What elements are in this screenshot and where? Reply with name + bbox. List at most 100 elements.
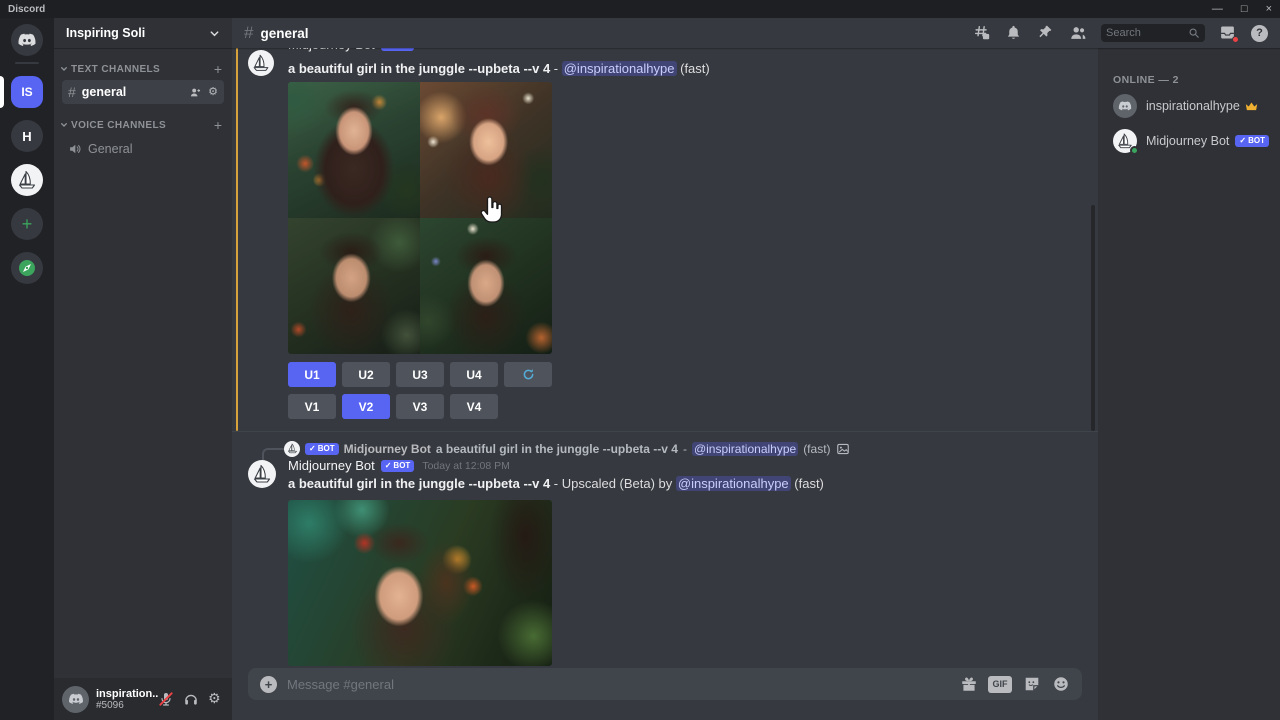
minimize-button[interactable]: —: [1212, 0, 1223, 18]
server-rail: IS H +: [0, 18, 54, 720]
author-name[interactable]: Midjourney Bot: [288, 458, 375, 473]
sidebar-item-general-voice[interactable]: General: [62, 138, 224, 160]
author-name[interactable]: Midjourney Bot: [288, 48, 375, 52]
sailboat-icon: [250, 52, 272, 74]
headphones-icon[interactable]: [183, 691, 199, 707]
upscale-1-button[interactable]: U1: [288, 362, 336, 387]
discord-logo-icon: [67, 690, 85, 708]
verified-check-icon: ✓: [1239, 136, 1246, 146]
chat-scrollbar[interactable]: [1091, 205, 1095, 431]
mention-inspirationalhype[interactable]: @inspirationalhype: [562, 61, 677, 76]
member-name: inspirationalhype: [1146, 99, 1240, 113]
image-attachment-icon: [836, 442, 850, 456]
gif-picker-button[interactable]: GIF: [988, 676, 1012, 693]
category-label: TEXT CHANNELS: [71, 64, 214, 75]
server-icon-h[interactable]: H: [11, 120, 43, 152]
member-row-midjourney-bot[interactable]: Midjourney Bot ✓BOT: [1106, 125, 1272, 157]
midjourney-grid-image[interactable]: [288, 82, 552, 354]
category-text-channels[interactable]: TEXT CHANNELS +: [54, 62, 232, 76]
variation-3-button[interactable]: V3: [396, 394, 444, 419]
notifications-bell-icon[interactable]: [1005, 24, 1023, 42]
discord-logo-icon: [1117, 98, 1133, 114]
maximize-button[interactable]: □: [1241, 0, 1248, 18]
sailboat-icon: [286, 442, 299, 455]
explore-button[interactable]: [11, 252, 43, 284]
message-input-bar: + GIF: [248, 668, 1082, 700]
message-input[interactable]: [287, 677, 959, 692]
mention-inspirationalhype[interactable]: @inspirationalhype: [676, 476, 791, 491]
member-row-inspirationalhype[interactable]: inspirationalhype: [1106, 90, 1272, 122]
user-avatar[interactable]: [62, 686, 89, 713]
upscaled-image[interactable]: [288, 500, 552, 666]
username: inspiration...: [96, 688, 158, 700]
create-channel-button[interactable]: +: [214, 118, 222, 132]
mention-inspirationalhype[interactable]: @inspirationalhype: [692, 442, 798, 456]
member-list-toggle-icon[interactable]: [1069, 24, 1087, 42]
prompt-text: a beautiful girl in the junggle --upbeta…: [288, 61, 550, 76]
message-header-clipped: Midjourney Bot ✓BOT: [288, 48, 414, 52]
message-upscaled-group: ✓BOT Midjourney Bot a beautiful girl in …: [232, 431, 1098, 668]
channel-title: general: [260, 26, 308, 41]
variation-4-button[interactable]: V4: [450, 394, 498, 419]
upscale-3-button[interactable]: U3: [396, 362, 444, 387]
user-info[interactable]: inspiration... #5096: [96, 688, 158, 711]
sidebar-item-general-text[interactable]: # general ⚙: [62, 80, 224, 104]
home-button[interactable]: [11, 24, 43, 56]
channel-settings-gear-icon[interactable]: ⚙: [208, 84, 218, 100]
channel-toolbar: # general: [232, 18, 1280, 48]
compass-icon: [17, 258, 37, 278]
microphone-muted-icon[interactable]: [158, 691, 174, 707]
rail-divider: [15, 62, 39, 64]
server-header[interactable]: Inspiring Soli: [54, 18, 232, 48]
reply-prompt-text: a beautiful girl in the junggle --upbeta…: [436, 442, 678, 456]
grid-image-variant-3: [288, 218, 420, 354]
message-text: a beautiful girl in the junggle --upbeta…: [288, 61, 710, 76]
upscale-4-button[interactable]: U4: [450, 362, 498, 387]
upscale-2-button[interactable]: U2: [342, 362, 390, 387]
threads-icon[interactable]: [973, 24, 991, 42]
grid-image-variant-1: [288, 82, 420, 218]
member-list: ONLINE — 2 inspirationalhype Midjourney …: [1098, 48, 1280, 720]
window-titlebar: Discord — □ ×: [0, 0, 1280, 18]
server-icon-inspiring-soli[interactable]: IS: [11, 76, 43, 108]
reroll-button[interactable]: [504, 362, 552, 387]
attach-file-button[interactable]: +: [260, 676, 277, 693]
gift-icon[interactable]: [959, 675, 978, 694]
channel-sidebar: Inspiring Soli TEXT CHANNELS + # general…: [54, 18, 232, 720]
create-channel-button[interactable]: +: [214, 62, 222, 76]
reply-preview[interactable]: ✓BOT Midjourney Bot a beautiful girl in …: [284, 440, 1090, 457]
midjourney-bot-avatar[interactable]: [248, 50, 274, 76]
help-icon[interactable]: ?: [1251, 25, 1268, 42]
inbox-icon[interactable]: [1219, 24, 1237, 42]
bot-badge: ✓BOT: [305, 443, 339, 455]
server-icon-midjourney[interactable]: [11, 164, 43, 196]
bot-badge: ✓BOT: [1235, 135, 1269, 147]
midjourney-bot-avatar[interactable]: [248, 460, 276, 488]
add-server-button[interactable]: +: [11, 208, 43, 240]
speaker-icon: [68, 142, 82, 156]
chevron-down-icon: [60, 65, 68, 73]
chat-area: Midjourney Bot ✓BOT a beautiful girl in …: [232, 48, 1098, 720]
settings-gear-icon[interactable]: ⚙: [208, 691, 224, 707]
grid-image-variant-4: [420, 218, 552, 354]
message-scroller: Midjourney Bot ✓BOT a beautiful girl in …: [232, 48, 1098, 668]
variation-2-button[interactable]: V2: [342, 394, 390, 419]
grid-image-variant-2: [420, 82, 552, 218]
sailboat-icon: [15, 168, 39, 192]
variation-button-row: V1 V2 V3 V4: [288, 394, 498, 419]
user-discriminator: #5096: [96, 700, 158, 711]
search-input[interactable]: [1106, 27, 1188, 39]
sticker-icon[interactable]: [1022, 675, 1041, 694]
pinned-messages-icon[interactable]: [1037, 24, 1055, 42]
close-button[interactable]: ×: [1266, 0, 1272, 18]
verified-check-icon: ✓: [309, 444, 316, 454]
category-voice-channels[interactable]: VOICE CHANNELS +: [54, 118, 232, 132]
category-label: VOICE CHANNELS: [71, 120, 214, 131]
invite-people-icon[interactable]: [189, 86, 202, 99]
online-status-dot: [1130, 146, 1139, 155]
reply-connector-line: [262, 448, 286, 460]
selected-server-pill: [0, 76, 4, 108]
member-avatar: [1113, 94, 1137, 118]
variation-1-button[interactable]: V1: [288, 394, 336, 419]
emoji-picker-icon[interactable]: [1051, 675, 1070, 694]
